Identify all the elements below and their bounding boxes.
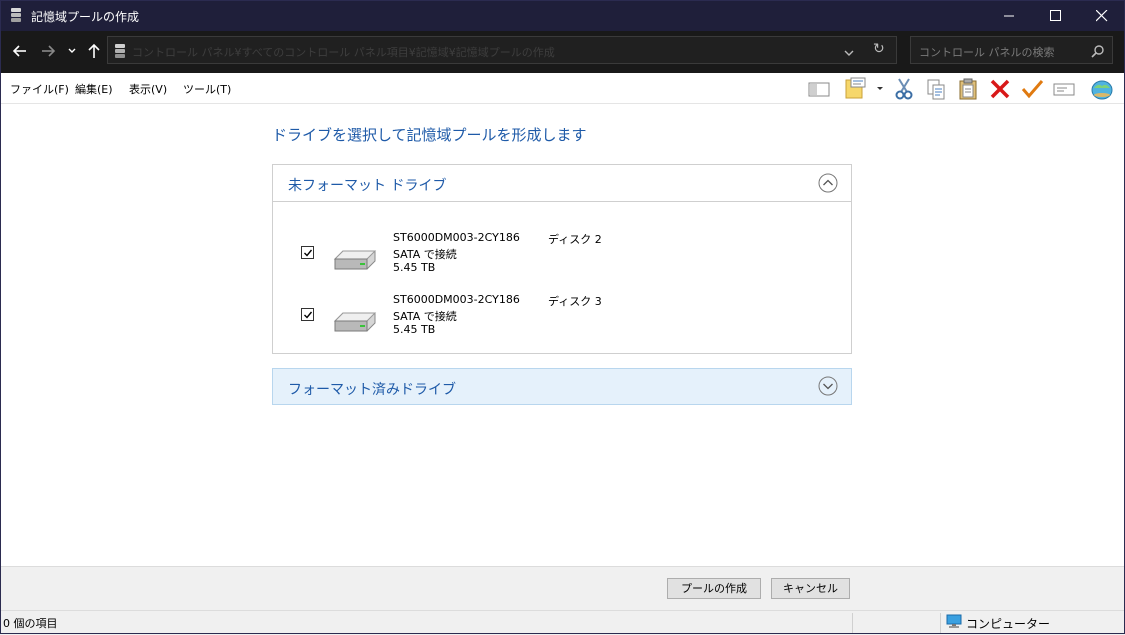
chevron-down-icon — [68, 48, 76, 53]
pane-icon[interactable] — [807, 77, 831, 101]
drive-row[interactable]: ST6000DM003-2CY186 SATA で接続 5.45 TB ディスク… — [273, 293, 851, 349]
forward-button[interactable] — [38, 41, 58, 61]
minimize-icon — [1004, 15, 1014, 17]
checkmark-icon — [304, 311, 313, 319]
cut-icon[interactable] — [892, 77, 916, 101]
status-divider — [852, 613, 853, 633]
rename-icon[interactable] — [1052, 77, 1076, 101]
up-arrow-icon — [88, 43, 100, 58]
formatted-drives-title: フォーマット済みドライブ — [288, 382, 456, 398]
up-button[interactable] — [84, 41, 104, 61]
drive-checkbox[interactable] — [301, 246, 314, 259]
drive-connection: SATA で接続 — [393, 248, 457, 261]
close-button[interactable] — [1079, 0, 1125, 31]
back-button[interactable] — [10, 41, 30, 61]
hard-drive-icon — [333, 247, 377, 277]
recent-locations-button[interactable] — [65, 41, 79, 61]
chevron-down-icon[interactable] — [818, 376, 838, 400]
search-placeholder: コントロール パネルの検索 — [919, 46, 1055, 59]
drive-size: 5.45 TB — [393, 323, 436, 336]
menu-view[interactable]: 表示(V) — [129, 81, 167, 97]
menu-tools[interactable]: ツール(T) — [183, 81, 231, 97]
drive-name: ST6000DM003-2CY186 — [393, 293, 520, 306]
computer-icon — [946, 614, 962, 632]
unformatted-drives-header[interactable]: 未フォーマット ドライブ — [273, 165, 851, 202]
chevron-down-icon[interactable] — [843, 44, 855, 63]
status-bar: 0 個の項目 コンピューター — [0, 610, 1125, 635]
page-heading: ドライブを選択して記憶域プールを形成します — [272, 126, 587, 144]
maximize-button[interactable] — [1033, 0, 1079, 31]
drive-name: ST6000DM003-2CY186 — [393, 231, 520, 244]
menu-bar: ファイル(F) 編集(E) 表示(V) ツール(T) — [0, 73, 1125, 104]
address-path: コントロール パネル¥すべてのコントロール パネル項目¥記憶域¥記憶域プールの作… — [132, 46, 555, 59]
close-icon — [1096, 10, 1108, 22]
drive-row[interactable]: ST6000DM003-2CY186 SATA で接続 5.45 TB ディスク… — [273, 231, 851, 287]
unformatted-drives-group: 未フォーマット ドライブ ST6000DM003-2CY186 SATA で接続… — [272, 164, 852, 354]
location-label: コンピューター — [966, 617, 1051, 631]
drive-size: 5.45 TB — [393, 261, 436, 274]
delete-icon[interactable] — [988, 77, 1012, 101]
menu-edit[interactable]: 編集(E) — [75, 81, 113, 97]
search-icon — [1091, 43, 1105, 62]
paste-icon[interactable] — [956, 77, 980, 101]
refresh-icon[interactable]: ↻ — [873, 41, 885, 57]
globe-icon[interactable] — [1090, 77, 1114, 101]
storage-pool-icon — [9, 7, 23, 27]
action-bar: プールの作成 キャンセル — [0, 566, 1125, 610]
drive-disk-number: ディスク 2 — [548, 233, 602, 246]
formatted-drives-group[interactable]: フォーマット済みドライブ — [272, 368, 852, 405]
forward-arrow-icon — [42, 45, 56, 57]
create-pool-button[interactable]: プールの作成 — [667, 578, 761, 599]
title-bar: 記憶域プールの作成 — [0, 0, 1125, 31]
drive-connection: SATA で接続 — [393, 310, 457, 323]
status-divider — [940, 613, 941, 633]
main-content: ドライブを選択して記憶域プールを形成します 未フォーマット ドライブ ST600… — [0, 104, 1125, 566]
hard-drive-icon — [333, 309, 377, 339]
drive-disk-number: ディスク 3 — [548, 295, 602, 308]
check-icon[interactable] — [1020, 77, 1044, 101]
location-indicator: コンピューター — [946, 614, 1050, 632]
minimize-button[interactable] — [987, 0, 1033, 31]
storage-pool-icon — [114, 43, 126, 63]
search-box[interactable]: コントロール パネルの検索 — [910, 36, 1113, 64]
unformatted-drives-title: 未フォーマット ドライブ — [288, 178, 447, 194]
chevron-up-icon[interactable] — [818, 173, 838, 197]
back-arrow-icon — [12, 45, 26, 57]
maximize-icon — [1050, 10, 1061, 21]
address-bar[interactable]: コントロール パネル¥すべてのコントロール パネル項目¥記憶域¥記憶域プールの作… — [107, 36, 897, 64]
properties-icon[interactable] — [843, 77, 883, 101]
cancel-button[interactable]: キャンセル — [771, 578, 850, 599]
menu-file[interactable]: ファイル(F) — [10, 81, 69, 97]
copy-icon[interactable] — [924, 77, 948, 101]
item-count: 0 個の項目 — [3, 617, 58, 630]
create-storage-pool-window: 記憶域プールの作成 コントロール パネル¥すべてのコントロール パネル項目¥記憶… — [0, 0, 1125, 635]
drive-checkbox[interactable] — [301, 308, 314, 321]
checkmark-icon — [304, 249, 313, 257]
window-title: 記憶域プールの作成 — [31, 10, 140, 24]
